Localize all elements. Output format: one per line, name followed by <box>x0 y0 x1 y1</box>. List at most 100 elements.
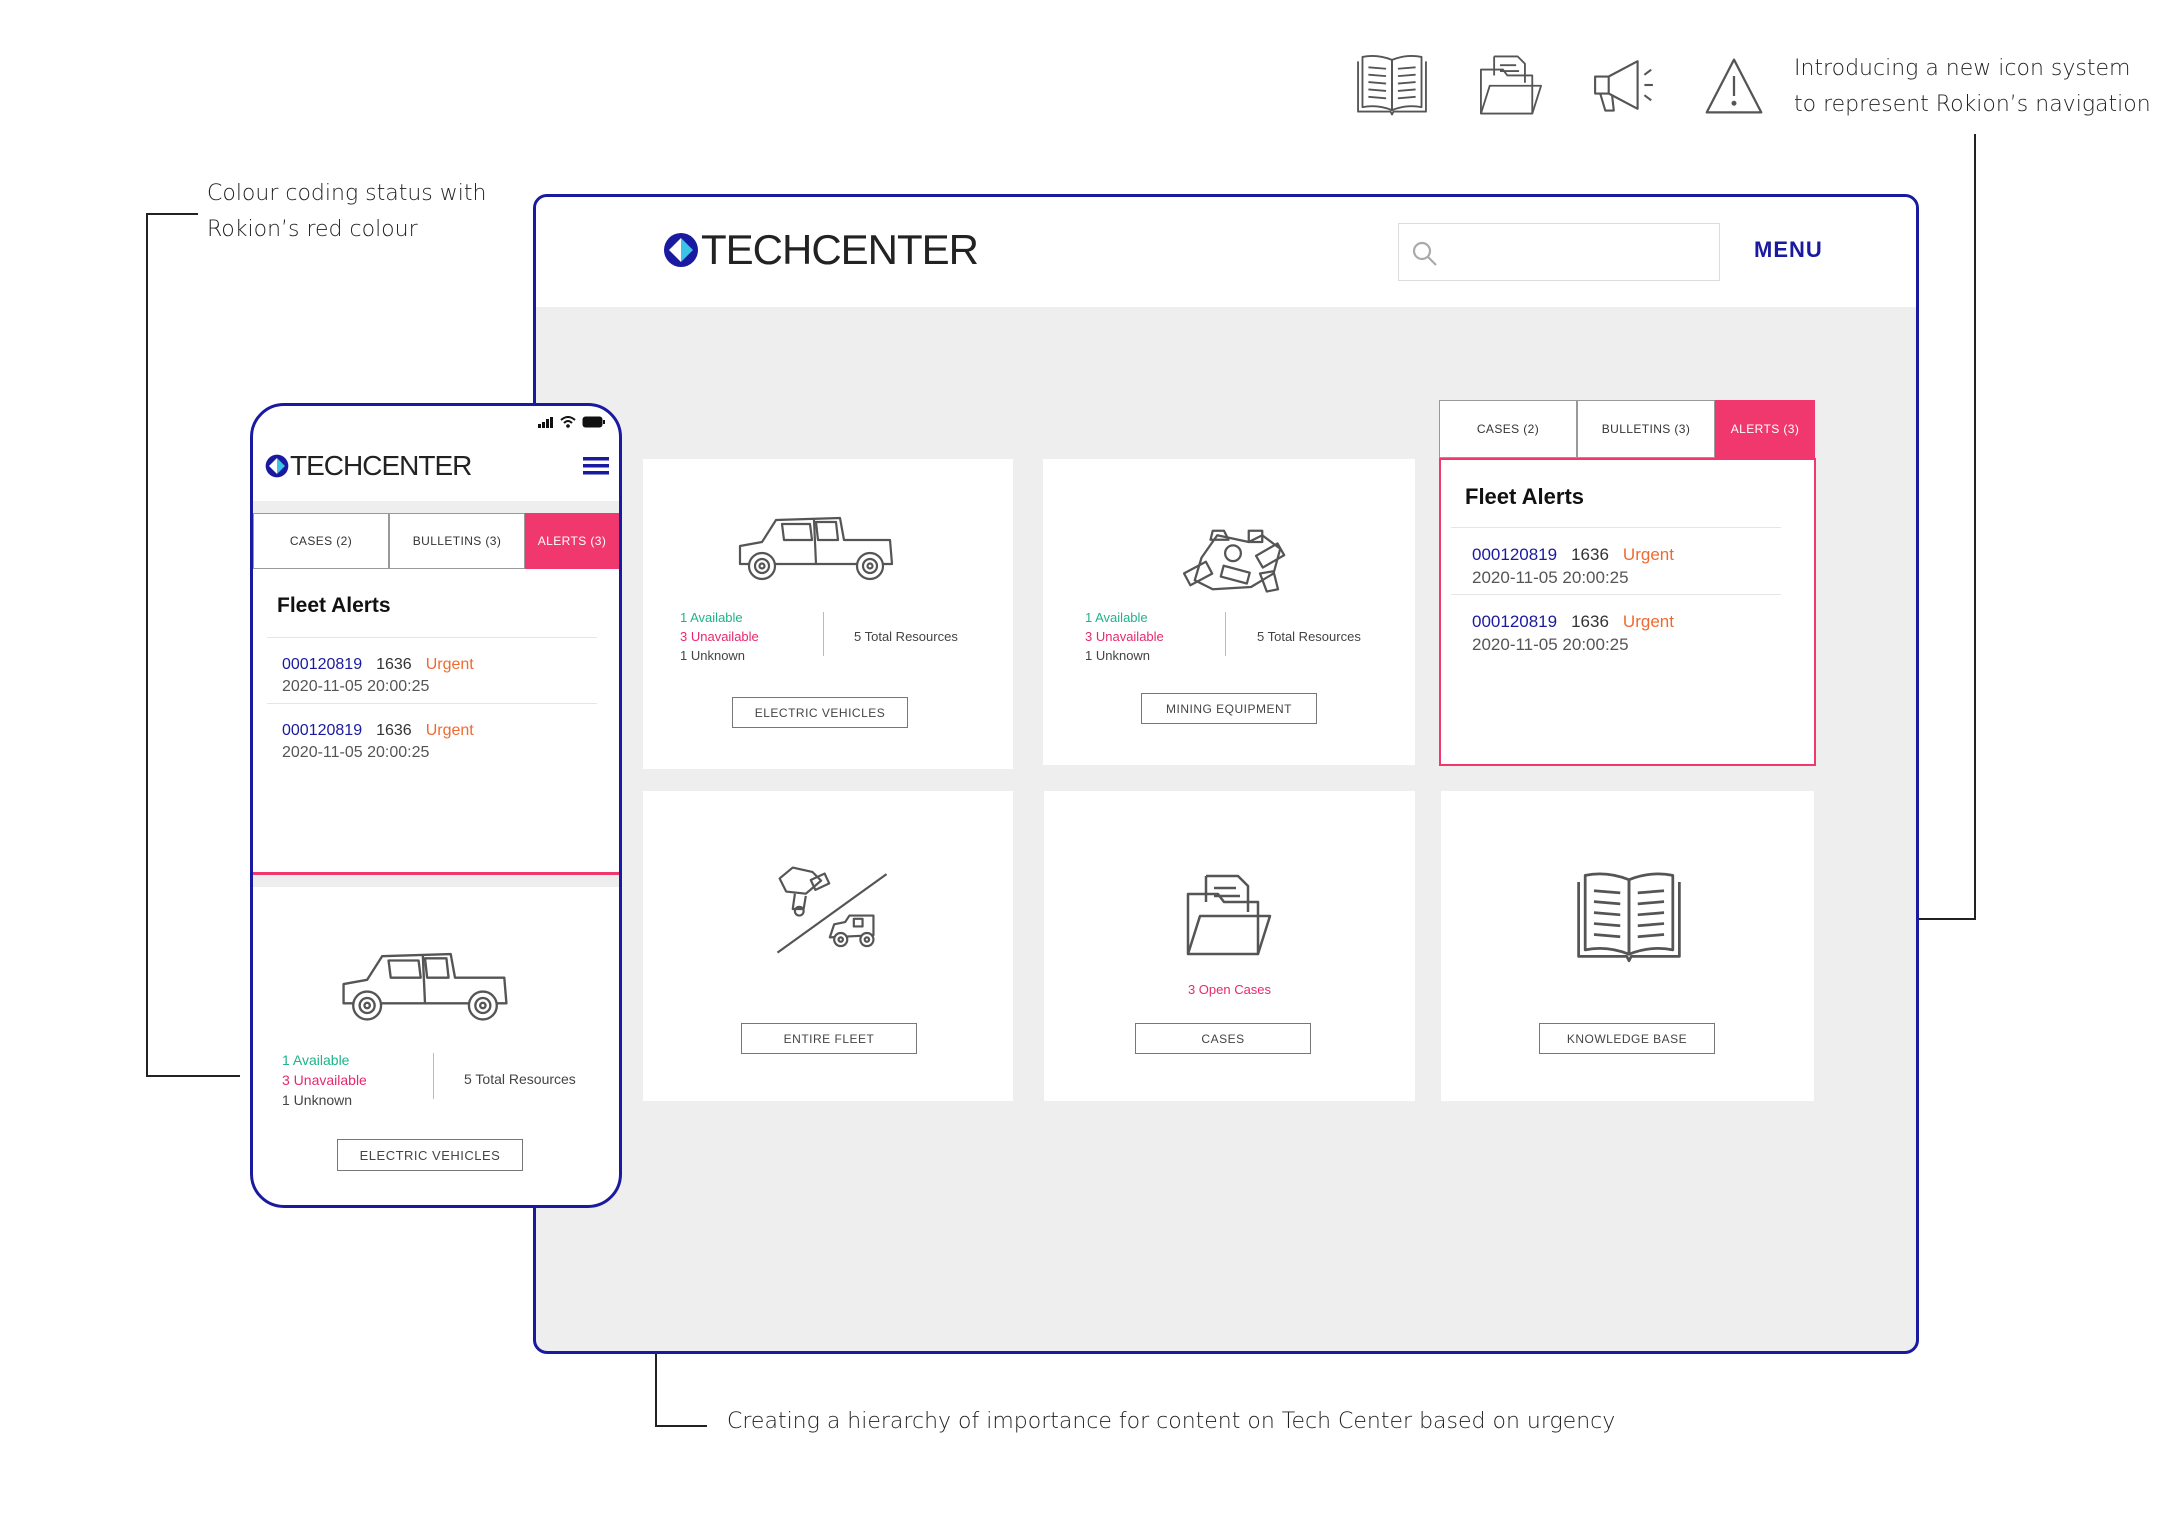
divider <box>267 637 597 638</box>
annotation-hierarchy: Creating a hierarchy of importance for c… <box>727 1409 1616 1434</box>
available-count: 1 Available <box>1085 610 1148 625</box>
search-icon <box>1412 241 1438 267</box>
wifi-icon <box>560 416 576 428</box>
logo-text: TECHCENTER <box>701 226 979 273</box>
alerts-tabs: CASES (2) BULLETINS (3) ALERTS (3) <box>1439 400 1815 458</box>
leader-line <box>655 1425 707 1427</box>
alert-item[interactable]: 000120819 1636 Urgent 2020-11-05 20:00:25 <box>1472 610 1674 656</box>
entire-fleet-icon <box>776 866 888 954</box>
fleet-alerts-panel: Fleet Alerts 000120819 1636 Urgent 2020-11… <box>1439 458 1816 766</box>
alert-timestamp: 2020-11-05 20:00:25 <box>282 744 430 761</box>
card-mining-equipment[interactable]: 1 Available 3 Unavailable 1 Unknown 5 To… <box>1043 459 1415 765</box>
status-summary: 1 Available 3 Unavailable 1 Unknown <box>680 608 759 665</box>
logo-mark-icon <box>265 454 289 478</box>
mining-equipment-button[interactable]: MINING EQUIPMENT <box>1141 693 1317 724</box>
divider <box>823 612 824 656</box>
total-resources: 5 Total Resources <box>1257 629 1361 644</box>
logo-text: TECHCENTER <box>290 450 472 481</box>
card-electric-vehicles[interactable]: 1 Available 3 Unavailable 1 Unknown 5 To… <box>253 887 619 1205</box>
alert-item[interactable]: 000120819 1636 Urgent 2020-11-05 20:00:25 <box>1472 543 1674 589</box>
alert-timestamp: 2020-11-05 20:00:25 <box>1472 635 1629 654</box>
hamburger-menu-icon[interactable] <box>583 457 609 475</box>
cases-button[interactable]: CASES <box>1135 1023 1311 1054</box>
alert-item[interactable]: 000120819 1636 Urgent 2020-11-05 20:00:25 <box>282 654 474 698</box>
leader-line <box>146 1075 240 1077</box>
signal-icon <box>538 416 553 428</box>
leader-line <box>1974 134 1976 920</box>
alert-id[interactable]: 000120819 <box>282 722 362 739</box>
book-icon <box>1357 55 1427 116</box>
alert-number: 1636 <box>1571 612 1609 631</box>
folder-icon <box>1480 55 1542 115</box>
card-knowledge-base[interactable]: KNOWLEDGE BASE <box>1441 791 1814 1101</box>
alert-id[interactable]: 000120819 <box>1472 545 1557 564</box>
alert-id[interactable]: 000120819 <box>1472 612 1557 631</box>
fleet-alerts-title: Fleet Alerts <box>277 594 391 617</box>
annotation-line: Introducing a new icon system <box>1794 56 2131 81</box>
alert-id[interactable]: 000120819 <box>282 656 362 673</box>
unknown-count: 1 Unknown <box>282 1092 353 1108</box>
tab-cases[interactable]: CASES (2) <box>253 513 389 569</box>
alerts-tabs: CASES (2) BULLETINS (3) ALERTS (3) <box>253 513 619 569</box>
megaphone-icon <box>1594 60 1654 112</box>
annotation-line: to represent Rokion’s navigation <box>1794 92 2151 117</box>
battery-icon <box>582 416 605 428</box>
alert-priority: Urgent <box>1622 612 1674 631</box>
electric-vehicles-button[interactable]: ELECTRIC VEHICLES <box>732 697 908 728</box>
menu-button[interactable]: MENU <box>1754 237 1823 263</box>
unavailable-count: 3 Unavailable <box>282 1072 367 1088</box>
truck-icon <box>738 516 894 581</box>
alert-priority: Urgent <box>1622 545 1674 564</box>
divider <box>433 1053 434 1099</box>
alert-number: 1636 <box>376 656 412 673</box>
search-box[interactable] <box>1398 223 1720 281</box>
warning-icon <box>1705 58 1763 114</box>
desktop-window: TECHCENTER MENU 1 Available 3 Unavailabl… <box>533 194 1919 1354</box>
truck-icon <box>342 952 508 1021</box>
tab-bulletins[interactable]: BULLETINS (3) <box>1577 400 1715 458</box>
status-bar <box>538 416 606 428</box>
card-electric-vehicles[interactable]: 1 Available 3 Unavailable 1 Unknown 5 To… <box>643 459 1013 769</box>
annotation-line: Colour coding status with <box>207 181 487 206</box>
unknown-count: 1 Unknown <box>1085 648 1151 663</box>
knowledge-base-button[interactable]: KNOWLEDGE BASE <box>1539 1023 1715 1054</box>
mining-equipment-icon <box>1182 529 1286 593</box>
leader-line <box>146 213 198 215</box>
leader-line <box>146 213 148 1077</box>
tab-cases[interactable]: CASES (2) <box>1439 400 1577 458</box>
logo[interactable]: TECHCENTER <box>265 450 472 482</box>
header-spacer <box>253 501 619 513</box>
available-count: 1 Available <box>680 610 743 625</box>
card-entire-fleet[interactable]: ENTIRE FLEET <box>643 791 1013 1101</box>
tab-alerts[interactable]: ALERTS (3) <box>1715 400 1815 458</box>
entire-fleet-button[interactable]: ENTIRE FLEET <box>741 1023 917 1054</box>
alert-priority: Urgent <box>425 656 474 673</box>
alert-priority: Urgent <box>425 722 474 739</box>
annotation-colour-coding: Colour coding status with Rokion’s red c… <box>207 176 527 248</box>
alert-number: 1636 <box>376 722 412 739</box>
logo[interactable]: TECHCENTER <box>663 226 979 274</box>
open-cases-count: 3 Open Cases <box>1187 982 1272 997</box>
alert-timestamp: 2020-11-05 20:00:25 <box>282 678 430 695</box>
divider <box>1451 594 1781 595</box>
tab-alerts[interactable]: ALERTS (3) <box>525 513 619 569</box>
alert-number: 1636 <box>1571 545 1609 564</box>
unavailable-count: 3 Unavailable <box>680 629 759 644</box>
card-cases[interactable]: 3 Open Cases CASES <box>1044 791 1415 1101</box>
alert-item[interactable]: 000120819 1636 Urgent 2020-11-05 20:00:25 <box>282 720 474 764</box>
tab-bulletins[interactable]: BULLETINS (3) <box>389 513 525 569</box>
total-resources: 5 Total Resources <box>854 629 958 644</box>
section-spacer <box>253 875 619 887</box>
fleet-alerts-title: Fleet Alerts <box>1465 484 1585 509</box>
logo-mark-icon <box>664 233 698 267</box>
status-summary: 1 Available 3 Unavailable 1 Unknown <box>282 1050 367 1110</box>
alert-timestamp: 2020-11-05 20:00:25 <box>1472 568 1629 587</box>
annotation-line: Rokion’s red colour <box>207 217 418 242</box>
available-count: 1 Available <box>282 1052 350 1068</box>
divider <box>1225 612 1226 656</box>
folder-icon <box>1186 874 1272 956</box>
search-input[interactable] <box>1445 234 1709 272</box>
electric-vehicles-button[interactable]: ELECTRIC VEHICLES <box>337 1139 523 1171</box>
divider <box>267 703 597 704</box>
mobile-device: TECHCENTER CASES (2) BULLETINS (3) ALERT… <box>250 403 622 1208</box>
